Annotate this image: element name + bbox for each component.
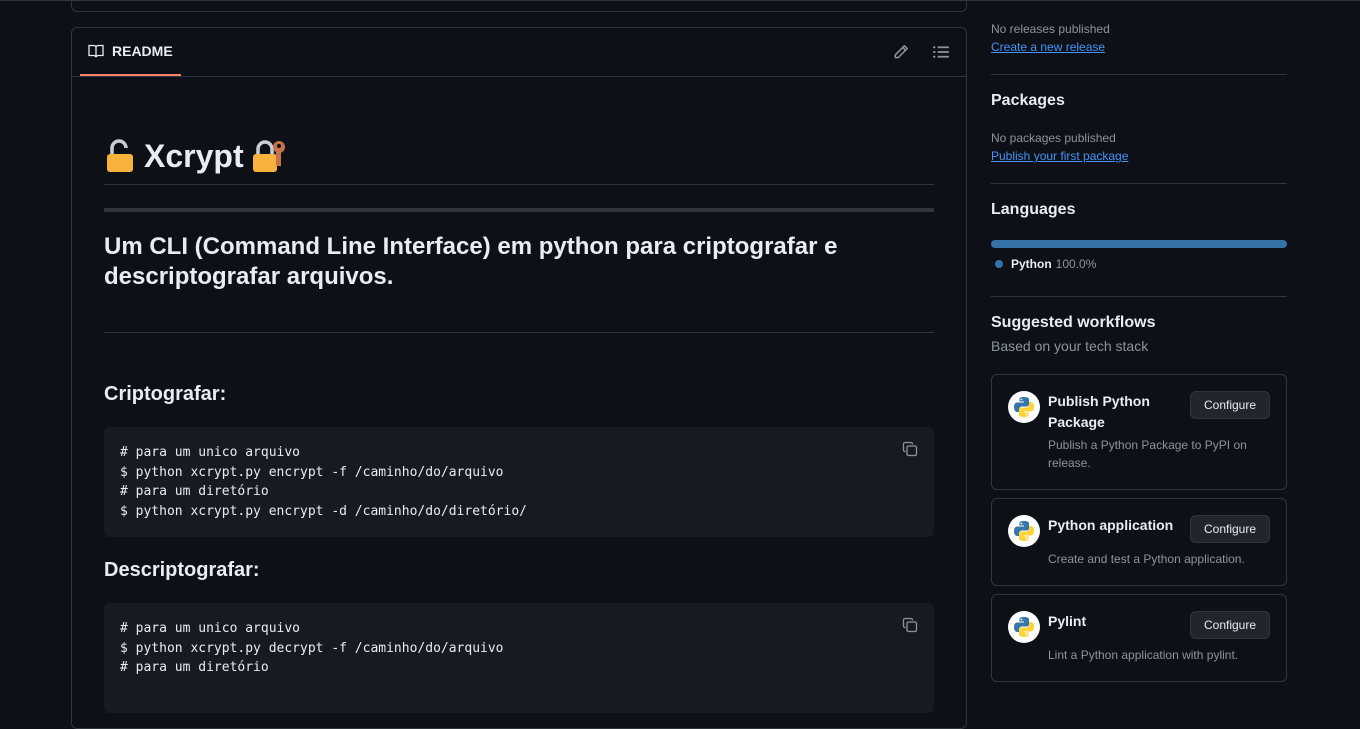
code-block-encrypt: # para um unico arquivo $ python xcrypt.… [104, 427, 934, 537]
workflow-desc: Publish a Python Package to PyPI on rele… [1048, 438, 1247, 470]
language-bar [991, 240, 1287, 248]
python-logo-icon [1008, 611, 1040, 643]
workflows-subheading: Based on your tech stack [991, 338, 1149, 354]
packages-empty-text: No packages published [991, 131, 1116, 145]
open-lock-icon [107, 139, 133, 172]
code-line: $ python xcrypt.py encrypt -f /caminho/d… [120, 464, 504, 480]
code-line: $ python xcrypt.py encrypt -d /caminho/d… [120, 504, 527, 520]
copy-icon[interactable] [902, 617, 918, 633]
workflow-title: Python application [1048, 517, 1174, 533]
releases-empty-text: No releases published [991, 22, 1110, 36]
language-item-python[interactable]: Python 100.0% [995, 257, 1096, 271]
workflow-card: Publish Python Package Publish a Python … [991, 374, 1287, 490]
copy-icon[interactable] [902, 441, 918, 457]
outline-list-icon[interactable] [932, 43, 950, 61]
previous-panel [71, 0, 967, 12]
language-percent: 100.0% [1055, 257, 1097, 271]
divider [991, 74, 1287, 75]
code-block-decrypt: # para um unico arquivo $ python xcrypt.… [104, 603, 934, 713]
code-line: # para um unico arquivo [120, 445, 301, 460]
configure-button[interactable]: Configure [1190, 515, 1270, 543]
language-dot [995, 260, 1003, 268]
configure-button[interactable]: Configure [1190, 611, 1270, 639]
workflow-title: Publish Python Package [1048, 393, 1150, 430]
readme-tab[interactable]: README [80, 28, 181, 76]
language-name: Python [1011, 257, 1052, 271]
workflow-desc: Lint a Python application with pylint. [1048, 648, 1239, 662]
workflow-desc: Create and test a Python application. [1048, 552, 1245, 566]
section-heading-decrypt: Descriptografar: [104, 559, 260, 581]
section-heading-encrypt: Criptografar: [104, 383, 227, 405]
code-line: # para um diretório [120, 660, 269, 676]
python-logo-icon [1008, 515, 1040, 547]
workflow-title: Pylint [1048, 613, 1087, 629]
readme-header: README [72, 28, 966, 77]
code-line: # para um diretório [120, 484, 269, 500]
divider [991, 183, 1287, 184]
horizontal-rule [104, 208, 934, 212]
create-release-link[interactable]: Create a new release [991, 40, 1105, 54]
workflows-heading: Suggested workflows [991, 314, 1156, 331]
python-logo-icon [1008, 391, 1040, 423]
pencil-icon[interactable] [892, 43, 910, 61]
readme-subtitle: Um CLI (Command Line Interface) em pytho… [104, 232, 934, 333]
languages-heading: Languages [991, 201, 1076, 218]
readme-panel: README Xcrypt Um CLI (Command Line Inter… [71, 27, 967, 729]
configure-button[interactable]: Configure [1190, 391, 1270, 419]
code-line: # para um unico arquivo [120, 621, 301, 636]
book-icon [88, 44, 104, 58]
lock-with-key-icon [252, 140, 285, 172]
readme-title-text: Xcrypt [144, 137, 244, 174]
packages-heading: Packages [991, 92, 1065, 109]
workflow-card: Pylint Lint a Python application with py… [991, 594, 1287, 682]
readme-title: Xcrypt [104, 128, 934, 185]
readme-tab-label: README [112, 43, 173, 59]
publish-package-link[interactable]: Publish your first package [991, 149, 1128, 163]
workflow-card: Python application Create and test a Pyt… [991, 498, 1287, 586]
code-line: $ python xcrypt.py decrypt -f /caminho/d… [120, 640, 504, 656]
divider [991, 296, 1287, 297]
